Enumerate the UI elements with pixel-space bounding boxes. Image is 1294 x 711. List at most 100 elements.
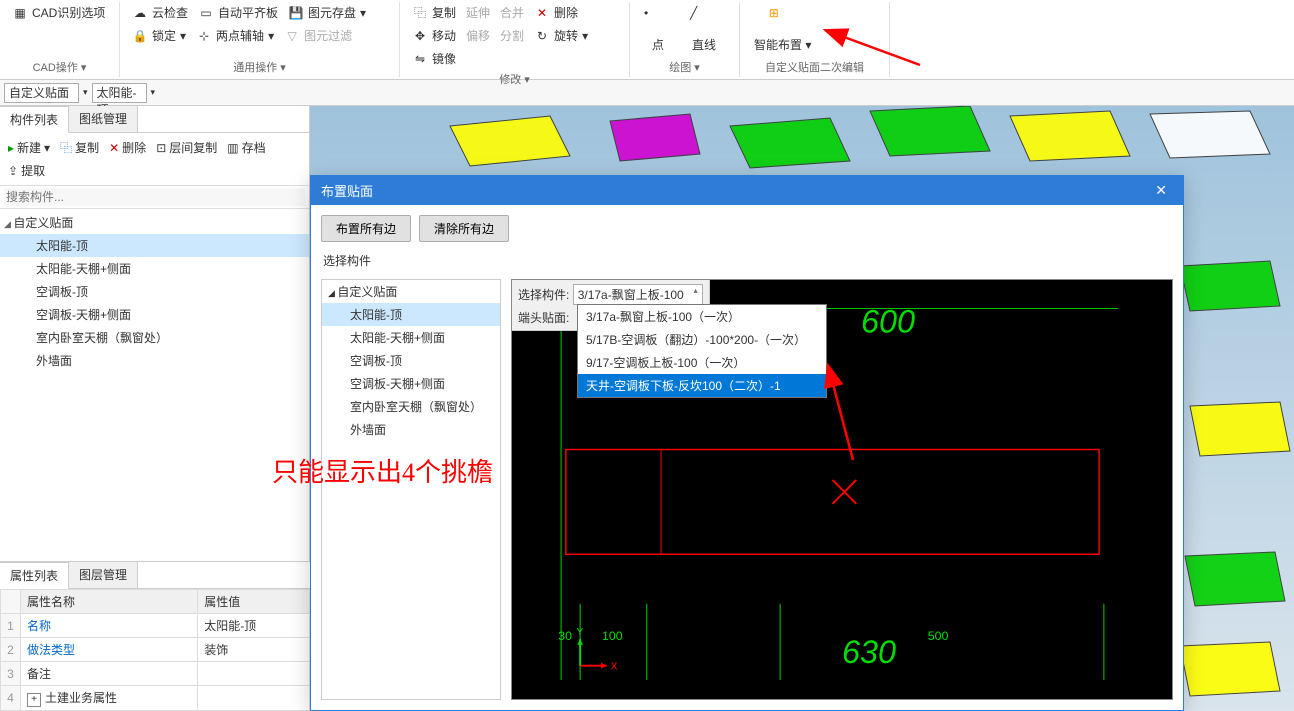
line-btn[interactable]: ╱直线 (684, 2, 724, 57)
dialog-left-header: 选择构件 (321, 250, 1173, 271)
elem-filter-btn[interactable]: ▽图元过滤 (280, 25, 356, 46)
split-btn[interactable]: 分割 (496, 25, 528, 46)
sub-toolbar: 自定义贴面▾ 太阳能-顶▾ (0, 80, 1294, 106)
dim-100: 100 (602, 629, 623, 643)
extract-icon: ⇪ (8, 164, 18, 178)
floor-copy-icon: ⊡ (156, 141, 166, 155)
cad-recognize-btn[interactable]: ▦CAD识别选项 (8, 2, 111, 23)
extract-btn[interactable]: ⇪提取 (4, 160, 49, 181)
tree-root[interactable]: 自定义贴面 (0, 211, 309, 234)
col-prop-name: 属性名称 (21, 590, 198, 614)
dd-item-4[interactable]: 天井-空调板下板-反坎100（二次）-1 (578, 374, 826, 397)
component-dropdown: 3/17a-飘窗上板-100（一次） 5/17B-空调板（翻边）-100*200… (577, 304, 827, 398)
cloud-check-btn[interactable]: ☁云检查 (128, 2, 192, 23)
prop-row-name[interactable]: 1名称太阳能-顶 (1, 614, 310, 638)
tree-item-sun-top[interactable]: 太阳能-顶 (0, 234, 309, 257)
auto-flat-btn[interactable]: ▭自动平齐板 (194, 2, 282, 23)
copy-comp-icon: ⿻ (60, 139, 72, 156)
dim-500: 500 (928, 629, 949, 643)
group-label-cad: CAD操作 ▾ (8, 57, 111, 77)
tab-drawing-mgmt[interactable]: 图纸管理 (69, 106, 138, 132)
del-comp-icon: ✕ (109, 141, 119, 155)
prop-row-type[interactable]: 2做法类型装饰 (1, 638, 310, 662)
dlg-tree-ac-ceiling[interactable]: 空调板-天棚+侧面 (322, 372, 500, 395)
elem-save-btn[interactable]: 💾图元存盘 ▾ (284, 2, 370, 23)
prop-row-civil[interactable]: 4+土建业务属性 (1, 686, 310, 711)
cad-icon: ▦ (12, 5, 28, 21)
clear-all-btn[interactable]: 清除所有边 (419, 215, 509, 242)
annotation-text: 只能显示出4个挑檐 (272, 452, 493, 489)
select-comp-label: 选择构件: (518, 288, 569, 302)
two-point-axis-btn[interactable]: ⊹两点辅轴 ▾ (192, 25, 278, 46)
lock-icon: 🔒 (132, 28, 148, 44)
smart-layout-icon: ⊞ (769, 6, 797, 34)
component-toolbar: ▸新建 ▾ ⿻复制 ✕删除 ⊡层间复制 ▥存档 ⇪提取 (0, 133, 309, 186)
component-select[interactable]: 太阳能-顶 (92, 83, 147, 103)
expand-icon[interactable]: + (27, 693, 41, 707)
layout-dialog: 布置贴面 ✕ 布置所有边 清除所有边 选择构件 自定义贴面 太阳能-顶 太阳能-… (310, 175, 1184, 711)
category-select[interactable]: 自定义贴面 (4, 83, 79, 103)
archive-btn[interactable]: ▥存档 (223, 137, 269, 158)
tab-component-list[interactable]: 构件列表 (0, 106, 69, 133)
axis-y: Y (576, 627, 583, 638)
tree-item-ac-top[interactable]: 空调板-顶 (0, 280, 309, 303)
merge-btn[interactable]: 合并 (496, 2, 528, 23)
dialog-tree: 自定义贴面 太阳能-顶 太阳能-天棚+侧面 空调板-顶 空调板-天棚+侧面 室内… (321, 279, 501, 700)
move-icon: ✥ (412, 28, 428, 44)
del-comp-btn[interactable]: ✕删除 (105, 137, 150, 158)
tree-item-indoor-ceiling[interactable]: 室内卧室天棚（飘窗处） (0, 326, 309, 349)
group-label-general: 通用操作 ▾ (128, 57, 391, 77)
left-tabs: 构件列表 图纸管理 (0, 106, 309, 133)
delete-btn[interactable]: ✕删除 (530, 2, 582, 23)
search-input[interactable] (4, 188, 305, 206)
field-panel: 选择构件: 3/17a-飘窗上板-100 端头贴面: 3/17a-飘窗上板-10… (512, 280, 710, 331)
group-label-custom: 自定义贴面二次编辑 (748, 57, 881, 77)
copy-icon: ⿻ (412, 5, 428, 21)
dialog-close-btn[interactable]: ✕ (1149, 182, 1173, 199)
dialog-titlebar[interactable]: 布置贴面 ✕ (311, 176, 1183, 205)
dlg-tree-ac-top[interactable]: 空调板-顶 (322, 349, 500, 372)
offset-btn[interactable]: 偏移 (462, 25, 494, 46)
move-btn[interactable]: ✥移动 (408, 25, 460, 46)
mirror-icon: ⇋ (412, 51, 428, 67)
tree-item-sun-ceiling[interactable]: 太阳能-天棚+侧面 (0, 257, 309, 280)
dim-bottom: 630 (842, 634, 896, 670)
layout-all-btn[interactable]: 布置所有边 (321, 215, 411, 242)
rotate-btn[interactable]: ↻旋转 ▾ (530, 25, 592, 46)
line-icon: ╱ (690, 6, 718, 34)
point-icon: • (644, 6, 672, 34)
dialog-canvas-area: 选择构件: 3/17a-飘窗上板-100 端头贴面: 3/17a-飘窗上板-10… (511, 279, 1173, 700)
extend-btn[interactable]: 延伸 (462, 2, 494, 23)
tab-props[interactable]: 属性列表 (0, 562, 69, 589)
new-icon: ▸ (8, 141, 14, 155)
dlg-tree-sun-top[interactable]: 太阳能-顶 (322, 303, 500, 326)
smart-layout-btn[interactable]: ⊞智能布置 ▾ (748, 2, 817, 57)
dlg-tree-root[interactable]: 自定义贴面 (322, 280, 500, 303)
group-label-draw: 绘图 ▾ (638, 57, 731, 77)
col-prop-value: 属性值 (198, 590, 310, 614)
end-face-label: 端头贴面: (518, 311, 569, 325)
prop-row-remark[interactable]: 3备注 (1, 662, 310, 686)
select-comp-combo[interactable]: 3/17a-飘窗上板-100 (573, 284, 703, 305)
copy-comp-btn[interactable]: ⿻复制 (56, 137, 103, 158)
lock-btn[interactable]: 🔒锁定 ▾ (128, 25, 190, 46)
tab-layers[interactable]: 图层管理 (69, 562, 138, 588)
dd-item-1[interactable]: 3/17a-飘窗上板-100（一次） (578, 305, 826, 328)
mirror-btn[interactable]: ⇋镜像 (408, 48, 460, 69)
dlg-tree-sun-ceiling[interactable]: 太阳能-天棚+侧面 (322, 326, 500, 349)
copy-btn[interactable]: ⿻复制 (408, 2, 460, 23)
ribbon: ▦CAD识别选项 CAD操作 ▾ ☁云检查 ▭自动平齐板 💾图元存盘 ▾ 🔒锁定… (0, 0, 1294, 80)
point-btn[interactable]: •点 (638, 2, 678, 57)
dim-30: 30 (558, 629, 572, 643)
dd-item-2[interactable]: 5/17B-空调板（翻边）-100*200-（一次） (578, 328, 826, 351)
tree-item-ac-ceiling[interactable]: 空调板-天棚+侧面 (0, 303, 309, 326)
dd-item-3[interactable]: 9/17-空调板上板-100（一次） (578, 351, 826, 374)
left-panel: 构件列表 图纸管理 ▸新建 ▾ ⿻复制 ✕删除 ⊡层间复制 ▥存档 ⇪提取 自定… (0, 106, 310, 711)
floor-copy-btn[interactable]: ⊡层间复制 (152, 137, 221, 158)
tree-item-exterior-wall[interactable]: 外墙面 (0, 349, 309, 372)
dlg-tree-indoor-ceiling[interactable]: 室内卧室天棚（飘窗处） (322, 395, 500, 418)
rotate-icon: ↻ (534, 28, 550, 44)
new-btn[interactable]: ▸新建 ▾ (4, 137, 54, 158)
dlg-tree-exterior[interactable]: 外墙面 (322, 418, 500, 441)
property-panel: 属性列表 图层管理 属性名称属性值 1名称太阳能-顶 2做法类型装饰 3备注 4… (0, 561, 310, 711)
